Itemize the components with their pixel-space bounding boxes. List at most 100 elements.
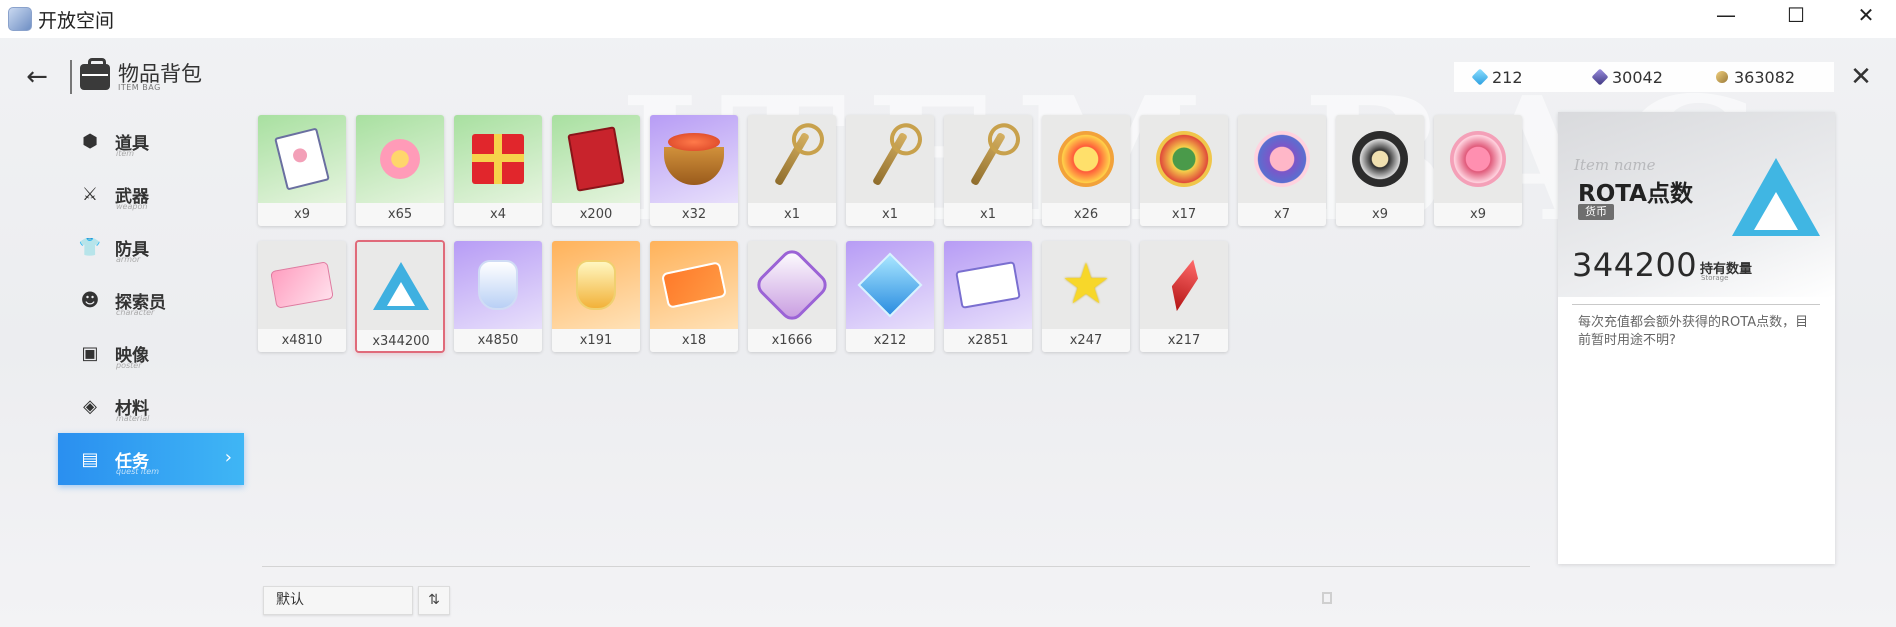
close-icon: ✕ (1850, 62, 1872, 92)
close-button[interactable]: ✕ (1846, 62, 1876, 92)
minimize-button[interactable]: — (1696, 0, 1756, 30)
item-card[interactable]: x9 (1336, 115, 1424, 226)
currency-purple-gem: 30042 (1591, 68, 1663, 87)
gift-icon (472, 134, 524, 184)
item-count: x212 (846, 329, 934, 352)
item-card[interactable]: x4 (454, 115, 542, 226)
badge-icon (1450, 131, 1506, 187)
sidebar-item-material[interactable]: ◈ 材料 material (58, 380, 244, 432)
sidebar-item-sublabel: poster (116, 361, 142, 370)
sidebar-item-poster[interactable]: ▣ 映像 poster (58, 327, 244, 379)
maximize-button[interactable]: ☐ (1766, 0, 1826, 30)
item-card[interactable]: x2851 (944, 241, 1032, 352)
item-count: x1 (846, 203, 934, 226)
item-card[interactable]: x7 (1238, 115, 1326, 226)
notebook-icon (274, 127, 330, 191)
sidebar-item-quest[interactable]: ▤ 任务 quest item › (58, 433, 244, 485)
detail-watermark: Item name (1574, 156, 1656, 174)
item-card[interactable]: x200 (552, 115, 640, 226)
item-card[interactable]: x1 (846, 115, 934, 226)
item-count: x1 (944, 203, 1032, 226)
sidebar-item-weapon[interactable]: ⚔ 武器 weapon (58, 168, 244, 220)
item-card[interactable]: x9 (1434, 115, 1522, 226)
diamond-icon (857, 252, 923, 318)
quest-icon: ▤ (81, 448, 99, 470)
sidebar-item-sublabel: character (116, 308, 155, 317)
hotpot-icon (664, 133, 724, 185)
item-count: x2851 (944, 329, 1032, 352)
window-close-button[interactable]: ✕ (1836, 0, 1896, 30)
item-card[interactable]: x212 (846, 241, 934, 352)
back-button[interactable]: ← (22, 62, 52, 92)
key-icon (872, 131, 908, 187)
item-card[interactable]: x18 (650, 241, 738, 352)
item-card[interactable]: x191 (552, 241, 640, 352)
item-card[interactable]: x1 (944, 115, 1032, 226)
item-card[interactable]: x32 (650, 115, 738, 226)
item-card[interactable]: x17 (1140, 115, 1228, 226)
item-count: x18 (650, 329, 738, 352)
item-count: x7 (1238, 203, 1326, 226)
sidebar-item-item[interactable]: ⬢ 道具 item (58, 115, 244, 167)
rota-triangle-icon (373, 258, 429, 314)
item-card-selected[interactable]: x344200 (356, 241, 444, 352)
bag-icon (80, 58, 110, 90)
bottle-icon (576, 260, 616, 310)
item-count: x1666 (748, 329, 836, 352)
item-card[interactable]: x4810 (258, 241, 346, 352)
sidebar-item-character[interactable]: ☻ 探索员 character (58, 274, 244, 326)
currency-value: 212 (1492, 67, 1523, 87)
item-card[interactable]: x65 (356, 115, 444, 226)
item-count: x9 (258, 203, 346, 226)
poster-icon: ▣ (81, 342, 99, 364)
quantity-sublabel: Storage (1701, 274, 1729, 282)
item-count: x200 (552, 203, 640, 226)
armor-icon: 👕 (78, 236, 102, 258)
item-count: x4810 (258, 329, 346, 352)
star-icon: ★ (1060, 252, 1112, 317)
app-icon (8, 7, 32, 31)
arrow-left-icon: ← (26, 62, 48, 92)
badge-icon (1156, 131, 1212, 187)
game-card-icon (270, 261, 334, 309)
item-count: x26 (1042, 203, 1130, 226)
sidebar-item-sublabel: armor (116, 255, 141, 264)
page-subtitle: ITEM BAG (118, 83, 161, 92)
item-card[interactable]: x1 (748, 115, 836, 226)
item-card[interactable]: x4850 (454, 241, 542, 352)
item-count: x9 (1336, 203, 1424, 226)
currency-gold-coin: 363082 (1716, 68, 1795, 87)
currency-value: 363082 (1734, 67, 1796, 87)
badge-icon (1058, 131, 1114, 187)
item-card[interactable]: x9 (258, 115, 346, 226)
crystal-icon (1164, 256, 1203, 314)
key-icon (970, 131, 1006, 187)
item-count: x247 (1042, 329, 1130, 352)
currency-blue-gem: 212 (1471, 67, 1523, 87)
material-icon: ◈ (83, 395, 97, 417)
item-count: x32 (650, 203, 738, 226)
ticket-icon (660, 261, 728, 309)
character-icon: ☻ (80, 289, 100, 311)
item-quantity: 344200 (1572, 246, 1698, 284)
badge-icon (1254, 131, 1310, 187)
divider (1572, 304, 1820, 305)
item-card[interactable]: x217 (1140, 241, 1228, 352)
chevron-right-icon: › (224, 447, 232, 468)
item-card[interactable]: ★ x247 (1042, 241, 1130, 352)
pass-card-icon (955, 261, 1021, 309)
sidebar-item-armor[interactable]: 👕 防具 armor (58, 221, 244, 273)
item-name: ROTA点数 (1578, 181, 1693, 207)
item-card[interactable]: x26 (1042, 115, 1130, 226)
window-titlebar: 开放空间 — ☐ ✕ (0, 0, 1896, 38)
item-count: x65 (356, 203, 444, 226)
sort-select[interactable]: 默认 (263, 586, 413, 615)
bottle-icon (478, 260, 518, 310)
sidebar-item-sublabel: quest item (116, 467, 159, 476)
item-description: 每次充值都会额外获得的ROTA点数，目前暂时用途不明? (1578, 315, 1809, 348)
sidebar-item-sublabel: material (116, 414, 150, 423)
item-type-tag: 货币 (1578, 204, 1614, 220)
sidebar-item-sublabel: weapon (116, 202, 148, 211)
item-card[interactable]: x1666 (748, 241, 836, 352)
sort-order-button[interactable]: ⇅ (418, 586, 450, 615)
